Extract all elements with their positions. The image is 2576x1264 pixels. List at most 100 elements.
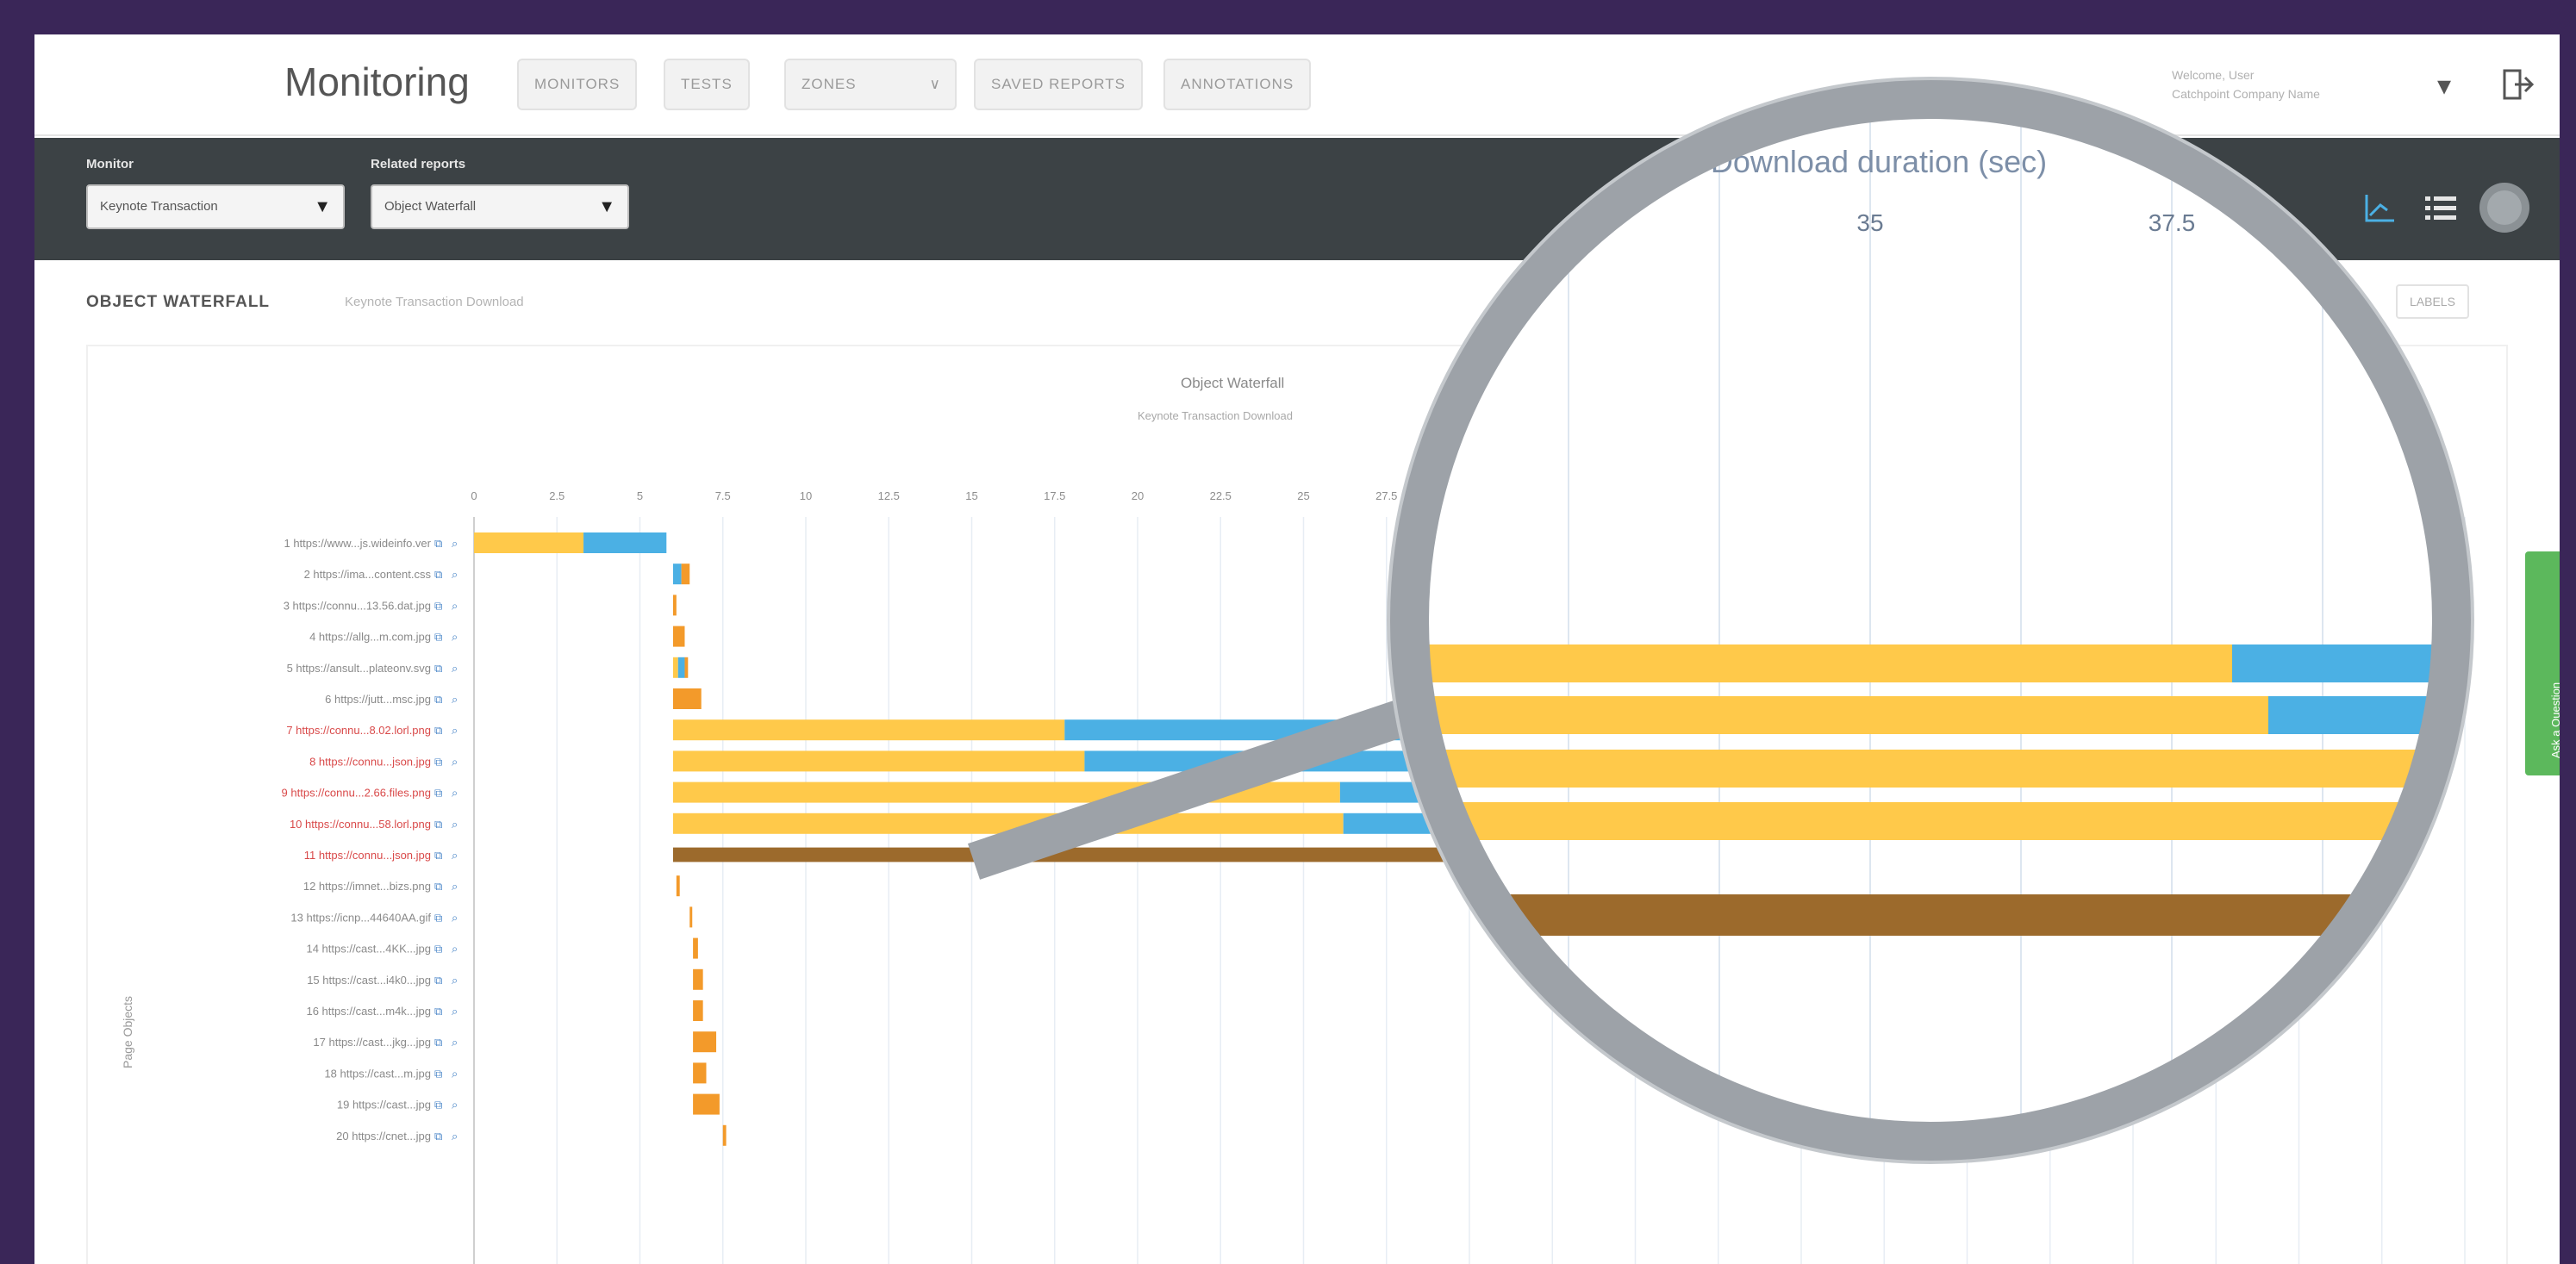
x-tick-label: 25 bbox=[1297, 489, 1309, 502]
magnify-icon: ⌕ bbox=[452, 881, 458, 894]
bar-segment bbox=[673, 626, 685, 647]
magnify-icon: ⌕ bbox=[452, 600, 458, 613]
magnified-view: Download duration (sec)32.53537.54042.5 bbox=[1409, 99, 2486, 1142]
bar-segment bbox=[693, 937, 698, 959]
x-tick-label: 27.5 bbox=[1375, 489, 1397, 502]
external-link-icon: ⧉ bbox=[434, 881, 442, 894]
x-tick-label: 17.5 bbox=[1044, 489, 1065, 502]
feedback-side-tab[interactable]: Ask a Question bbox=[2525, 551, 2560, 775]
magnify-icon: ⌕ bbox=[452, 632, 458, 644]
magnify-icon: ⌕ bbox=[452, 1006, 458, 1018]
row-label: 1 https://www...js.wideinfo.ver bbox=[284, 537, 431, 550]
x-tick-label: 15 bbox=[965, 489, 977, 502]
x-tick-label: 7.5 bbox=[715, 489, 731, 502]
app-window: Monitoring MONITORS TESTS ZONES ∨ SAVED … bbox=[34, 34, 2560, 1264]
bar-segment bbox=[676, 875, 680, 897]
row-label: 19 https://cast...jpg bbox=[337, 1099, 431, 1111]
feedback-side-tab-label: Ask a Question bbox=[2549, 682, 2560, 758]
row-label: 4 https://allg...m.com.jpg bbox=[309, 631, 431, 644]
row-label: 2 https://ima...content.css bbox=[304, 568, 432, 581]
bar-segment bbox=[722, 1124, 727, 1146]
bar-download-segment bbox=[677, 657, 685, 678]
magnified-download-bar bbox=[2268, 696, 2452, 734]
external-link-icon: ⧉ bbox=[434, 725, 442, 738]
bar-segment bbox=[693, 968, 703, 990]
magnified-axis-title: Download duration (sec) bbox=[1711, 144, 2047, 179]
magnified-tick-label: 37.5 bbox=[2149, 209, 2196, 236]
row-label: 12 https://imnet...bizs.png bbox=[303, 880, 431, 893]
bar-wait-segment bbox=[673, 719, 1065, 741]
waterfall-chart: 02.557.51012.51517.52022.52527.5301 http… bbox=[282, 77, 2486, 1264]
row-label: 7 https://connu...8.02.lorl.png bbox=[286, 724, 431, 737]
external-link-icon: ⧉ bbox=[434, 974, 442, 987]
bar-segment bbox=[693, 1000, 703, 1021]
external-link-icon: ⧉ bbox=[434, 788, 442, 800]
x-tick-label: 10 bbox=[800, 489, 812, 502]
bar-segment bbox=[693, 1031, 717, 1053]
magnify-icon: ⌕ bbox=[452, 943, 458, 956]
magnify-icon: ⌕ bbox=[452, 694, 458, 707]
magnify-icon: ⌕ bbox=[452, 1099, 458, 1112]
external-link-icon: ⧉ bbox=[434, 632, 442, 644]
magnify-icon: ⌕ bbox=[452, 1130, 458, 1143]
x-tick-label: 5 bbox=[637, 489, 643, 502]
external-link-icon: ⧉ bbox=[434, 600, 442, 613]
magnify-icon: ⌕ bbox=[452, 974, 458, 987]
external-link-icon: ⧉ bbox=[434, 756, 442, 769]
magnify-icon: ⌕ bbox=[452, 663, 458, 676]
magnify-icon: ⌕ bbox=[452, 756, 458, 769]
external-link-icon: ⧉ bbox=[434, 538, 442, 551]
bar-segment bbox=[673, 847, 1569, 862]
magnify-icon: ⌕ bbox=[452, 1037, 458, 1049]
magnify-icon: ⌕ bbox=[452, 569, 458, 582]
external-link-icon: ⧉ bbox=[434, 819, 442, 831]
row-label: 6 https://jutt...msc.jpg bbox=[325, 693, 431, 706]
row-label: 8 https://connu...json.jpg bbox=[309, 755, 431, 768]
bar-download-segment bbox=[583, 532, 667, 553]
external-link-icon: ⧉ bbox=[434, 569, 442, 582]
external-link-icon: ⧉ bbox=[434, 1037, 442, 1049]
row-label: 3 https://connu...13.56.dat.jpg bbox=[284, 599, 431, 612]
x-tick-label: 12.5 bbox=[878, 489, 900, 502]
bar-segment bbox=[673, 688, 702, 709]
magnify-icon: ⌕ bbox=[452, 788, 458, 800]
row-label: 15 https://cast...i4k0...jpg bbox=[307, 974, 431, 987]
magnified-download-bar bbox=[2232, 644, 2452, 682]
x-tick-label: 0 bbox=[471, 489, 477, 502]
magnified-tick-label: 35 bbox=[1856, 209, 1883, 236]
row-label: 11 https://connu...json.jpg bbox=[304, 849, 431, 862]
row-label: 5 https://ansult...plateonv.svg bbox=[287, 662, 431, 675]
x-tick-label: 2.5 bbox=[549, 489, 564, 502]
magnified-tick-label: 40 bbox=[2460, 209, 2486, 236]
external-link-icon: ⧉ bbox=[434, 850, 442, 862]
bar-wait-segment bbox=[474, 532, 584, 553]
external-link-icon: ⧉ bbox=[434, 1130, 442, 1143]
bar-wait-segment bbox=[673, 750, 1085, 772]
external-link-icon: ⧉ bbox=[434, 1006, 442, 1018]
x-tick-label: 20 bbox=[1132, 489, 1144, 502]
row-label: 16 https://cast...m4k...jpg bbox=[306, 1005, 431, 1018]
bar-segment bbox=[673, 595, 677, 616]
magnify-icon: ⌕ bbox=[452, 1068, 458, 1080]
bar-segment bbox=[681, 564, 690, 585]
bar-segment bbox=[689, 906, 693, 928]
row-label: 17 https://cast...jkg...jpg bbox=[313, 1036, 431, 1049]
row-label: 14 https://cast...4KK...jpg bbox=[306, 943, 431, 956]
magnify-icon: ⌕ bbox=[452, 538, 458, 551]
external-link-icon: ⧉ bbox=[434, 912, 442, 925]
magnify-icon: ⌕ bbox=[452, 912, 458, 925]
external-link-icon: ⧉ bbox=[434, 943, 442, 956]
bar-download-segment bbox=[673, 564, 682, 585]
external-link-icon: ⧉ bbox=[434, 694, 442, 707]
row-label: 18 https://cast...m.jpg bbox=[324, 1067, 431, 1080]
row-label: 9 https://connu...2.66.files.png bbox=[282, 787, 431, 800]
x-tick-label: 22.5 bbox=[1210, 489, 1232, 502]
bar-segment bbox=[693, 1062, 707, 1084]
row-label: 13 https://icnp...44640AA.gif bbox=[290, 911, 431, 924]
row-label: 10 https://connu...58.lorl.png bbox=[290, 818, 431, 831]
bar-segment bbox=[693, 1093, 720, 1115]
bar-segment bbox=[684, 657, 689, 678]
bar-wait-segment bbox=[673, 657, 678, 678]
external-link-icon: ⧉ bbox=[434, 1068, 442, 1080]
magnify-icon: ⌕ bbox=[452, 725, 458, 738]
